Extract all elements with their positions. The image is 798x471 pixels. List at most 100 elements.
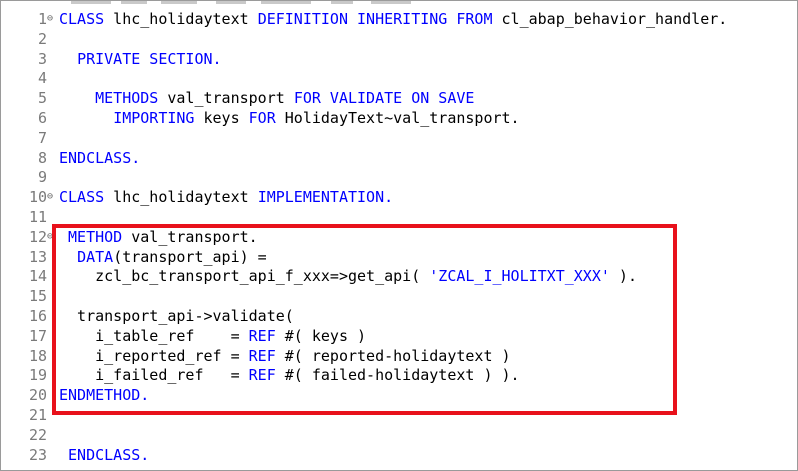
code-token: lhc_holidaytext xyxy=(104,10,258,28)
code-line[interactable]: 23 ENDCLASS. xyxy=(1,445,797,465)
code-line[interactable]: 20 ENDMETHOD. xyxy=(1,385,797,405)
keyword-token: PRIVATE SECTION. xyxy=(77,49,222,68)
keyword-token: CLASS xyxy=(59,10,105,28)
line-number: 6 xyxy=(37,109,47,127)
code-line[interactable]: 5 METHODS val_transport FOR VALIDATE ON … xyxy=(1,88,797,108)
code-token: i_table_ref = xyxy=(59,326,249,345)
code-line[interactable]: 22 xyxy=(1,425,797,445)
keyword-token: FOR xyxy=(248,109,276,127)
line-number: 5 xyxy=(37,89,47,108)
line-number: 19 xyxy=(28,366,47,385)
keyword-token: REF xyxy=(248,326,276,345)
keyword-token: FOR VALIDATE ON SAVE xyxy=(293,89,475,108)
keyword-token: METHOD xyxy=(68,227,123,246)
code-line[interactable]: 11 xyxy=(1,207,797,227)
keyword-token: IMPORTING xyxy=(113,109,195,127)
code-line[interactable]: 14 zcl_bc_transport_api_f_xxx=>get_api( … xyxy=(1,266,797,286)
code-editor[interactable]: 1 ⊖ CLASS lhc_holidaytext DEFINITION INHER… xyxy=(0,0,798,471)
code-token: HolidayText~val_transport. xyxy=(275,109,520,127)
code-text: zcl_bc_transport_api_f_xxx=>get_api( 'ZC… xyxy=(59,266,637,286)
code-token: cl_abap_behavior_handler. xyxy=(492,10,728,28)
code-line[interactable]: 7 xyxy=(1,128,797,148)
code-token: #( keys ) xyxy=(275,326,367,345)
code-text: CLASS lhc_holidaytext IMPLEMENTATION. xyxy=(59,187,393,207)
line-number: 20 xyxy=(28,386,47,405)
code-token: i_reported_ref = xyxy=(59,346,249,365)
code-token: lhc_holidaytext xyxy=(104,188,258,207)
line-number: 7 xyxy=(37,128,47,147)
line-number: 22 xyxy=(28,425,47,444)
code-token: keys xyxy=(194,109,249,127)
line-number: 16 xyxy=(28,307,47,325)
code-text: ENDCLASS. xyxy=(59,148,140,168)
code-line[interactable]: 15 xyxy=(1,286,797,306)
keyword-token: DEFINITION INHERITING FROM xyxy=(257,10,493,28)
code-line[interactable]: 12 ⊖ METHOD val_transport. xyxy=(1,227,797,247)
code-line[interactable]: 18 i_reported_ref = REF #( reported-holi… xyxy=(1,346,797,366)
line-number: 4 xyxy=(37,69,47,88)
string-literal-token: 'ZCAL_I_HOLITXT_XXX' xyxy=(429,267,610,286)
code-text: PRIVATE SECTION. xyxy=(59,49,222,69)
code-text: transport_api->validate( xyxy=(59,306,294,326)
line-number: 2 xyxy=(37,29,47,48)
line-number: 14 xyxy=(28,267,47,286)
code-line[interactable]: 10 ⊖ CLASS lhc_holidaytext IMPLEMENTATION. xyxy=(1,187,797,207)
code-text: i_reported_ref = REF #( reported-holiday… xyxy=(59,346,511,366)
code-line[interactable]: 17 i_table_ref = REF #( keys ) xyxy=(1,326,797,346)
line-number: 8 xyxy=(37,148,47,167)
code-line[interactable]: 3 PRIVATE SECTION. xyxy=(1,49,797,69)
code-token: val_transport. xyxy=(122,227,258,246)
fold-collapse-icon[interactable]: ⊖ xyxy=(47,187,57,207)
code-text: IMPORTING keys FOR HolidayText~val_trans… xyxy=(59,108,520,128)
code-token: transport_api->validate( xyxy=(59,307,294,325)
code-line[interactable]: 16 transport_api->validate( xyxy=(1,306,797,326)
line-number: 12 xyxy=(28,227,47,246)
line-number: 21 xyxy=(28,406,47,424)
line-number: 9 xyxy=(37,168,47,187)
keyword-token: CLASS xyxy=(59,188,105,207)
code-line[interactable]: 9 xyxy=(1,167,797,187)
line-number: 1 xyxy=(37,10,47,28)
line-number: 3 xyxy=(37,49,47,68)
line-number: 17 xyxy=(28,326,47,345)
line-number: 10 xyxy=(28,188,47,207)
code-line[interactable]: 13 DATA(transport_api) = xyxy=(1,247,797,267)
keyword-token: ENDMETHOD. xyxy=(59,386,150,405)
code-token: zcl_bc_transport_api_f_xxx=>get_api( xyxy=(59,267,430,286)
code-token: (transport_api) = xyxy=(113,247,267,266)
code-text: DATA(transport_api) = xyxy=(59,247,267,267)
previous-line-fragment xyxy=(1,1,797,5)
code-text: CLASS lhc_holidaytext DEFINITION INHERIT… xyxy=(59,9,727,29)
code-text: ENDCLASS. xyxy=(59,445,149,465)
code-line[interactable]: 1 ⊖ CLASS lhc_holidaytext DEFINITION INHER… xyxy=(1,9,797,29)
code-text: METHOD val_transport. xyxy=(59,227,258,247)
keyword-token: METHODS xyxy=(95,89,159,108)
code-token: #( failed-holidaytext ) ). xyxy=(275,366,520,385)
keyword-token: ENDCLASS. xyxy=(59,148,141,167)
code-token: val_transport xyxy=(158,89,294,108)
code-text: ENDMETHOD. xyxy=(59,385,149,405)
keyword-token: REF xyxy=(248,346,276,365)
code-token: ). xyxy=(609,267,637,286)
code-text: METHODS val_transport FOR VALIDATE ON SA… xyxy=(59,88,474,108)
code-line[interactable]: 2 xyxy=(1,29,797,49)
code-line[interactable]: 4 xyxy=(1,68,797,88)
fold-collapse-icon[interactable]: ⊖ xyxy=(47,9,57,29)
line-number: 15 xyxy=(28,287,47,306)
code-line[interactable]: 21 xyxy=(1,405,797,425)
code-token: #( reported-holidaytext ) xyxy=(275,346,511,365)
code-text: i_failed_ref = REF #( failed-holidaytext… xyxy=(59,365,520,385)
code-line[interactable]: 6 IMPORTING keys FOR HolidayText~val_tra… xyxy=(1,108,797,128)
code-line[interactable]: 19 i_failed_ref = REF #( failed-holidayt… xyxy=(1,365,797,385)
keyword-token: IMPLEMENTATION. xyxy=(257,188,394,207)
line-number: 11 xyxy=(28,208,47,226)
code-line[interactable]: 8 ENDCLASS. xyxy=(1,148,797,168)
fold-collapse-icon[interactable]: ⊖ xyxy=(47,227,57,247)
line-number: 13 xyxy=(28,247,47,266)
